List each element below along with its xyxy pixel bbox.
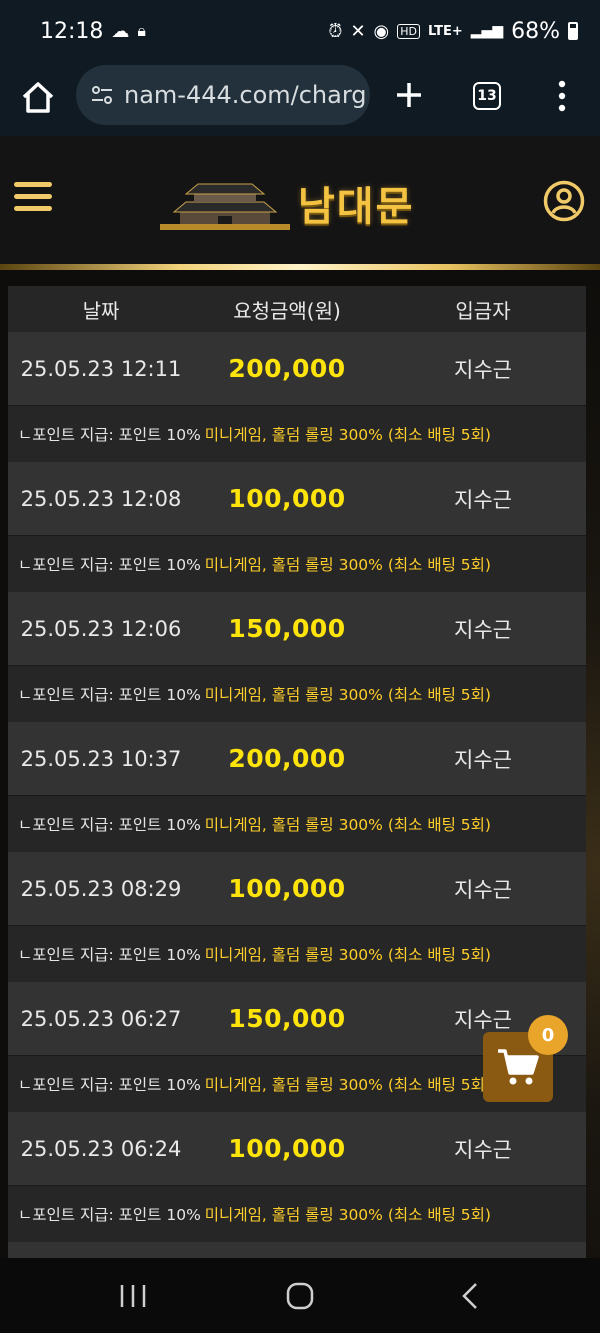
table-row: 25.05.23 10:37 200,000 지수근 (8, 722, 586, 796)
bonus-note-detail: 미니게임, 홀덤 롤링 300% (최소 배팅 5회) (204, 556, 491, 574)
row-amount: 200,000 (228, 744, 346, 773)
status-time: 12:18 (40, 18, 104, 44)
account-button[interactable] (543, 180, 585, 222)
signal-icon: ▂▄▆ (470, 23, 504, 39)
deposit-history-table: 날짜 요청금액(원) 입금자 25.05.23 12:11 200,000 지수근 ㄴ… (8, 286, 586, 1258)
plus-icon (397, 83, 421, 107)
back-chevron-icon (462, 1283, 477, 1309)
row-date: 25.05.23 12:08 (20, 486, 182, 511)
url-text: nam-444.com/charg (124, 81, 367, 109)
site-header: 남대문 (0, 136, 600, 266)
row-amount: 100,000 (228, 874, 346, 903)
home-icon (22, 82, 54, 113)
bonus-note: ㄴ포인트 지급: 포인트 10% 미니게임, 홀덤 롤링 300% (최소 배팅 … (8, 406, 586, 462)
row-date: 25.05.23 10:37 (20, 746, 182, 771)
hd-icon: HD (397, 23, 420, 39)
bonus-note: ㄴ포인트 지급: 포인트 10% 미니게임, 홀덤 롤링 300% (최소 배팅 … (8, 1186, 586, 1242)
hamburger-icon (14, 182, 52, 187)
row-amount: 100,000 (228, 1134, 346, 1163)
bonus-note-detail: 미니게임, 홀덤 롤링 300% (최소 배팅 5회) (204, 946, 491, 964)
home-circle-icon (286, 1282, 314, 1310)
row-depositor: 지수근 (454, 617, 512, 642)
table-row: 25.05.23 12:08 100,000 지수근 (8, 462, 586, 536)
alarm-icon: ⏰︎ (328, 20, 343, 42)
bonus-note-label: ㄴ포인트 지급: 포인트 10% (18, 426, 201, 444)
table-row: 25.05.23 06:24 100,000 지수근 (8, 1112, 586, 1186)
bonus-note-detail: 미니게임, 홀덤 롤링 300% (최소 배팅 5회) (204, 426, 491, 444)
battery-percent: 68% (511, 18, 560, 44)
recent-apps-icon (120, 1285, 146, 1307)
system-nav-bar (0, 1258, 600, 1333)
row-date: 25.05.23 12:06 (20, 616, 182, 641)
bonus-note: ㄴ포인트 지급: 포인트 10% 미니게임, 홀덤 롤링 300% (최소 배팅 … (8, 926, 586, 982)
url-bar[interactable]: nam-444.com/charg (76, 65, 370, 125)
home-button[interactable] (18, 78, 58, 118)
more-menu-button[interactable] (552, 78, 572, 114)
row-amount: 100,000 (228, 484, 346, 513)
menu-button[interactable] (14, 182, 52, 214)
battery-icon (568, 22, 578, 40)
bonus-note: ㄴ포인트 지급: 포인트 10% 미니게임, 홀덤 롤링 300% (최소 배팅 … (8, 666, 586, 722)
tab-count-button[interactable]: 13 (473, 82, 501, 110)
row-date: 25.05.23 12:11 (20, 356, 182, 381)
hotspot-icon: ◉ (373, 20, 390, 42)
mute-icon: ✕ (350, 20, 366, 42)
more-vertical-icon (558, 80, 566, 112)
system-home-button[interactable] (285, 1282, 315, 1310)
table-row: 25.05.23 12:11 200,000 지수근 (8, 332, 586, 406)
row-depositor: 지수근 (454, 747, 512, 772)
hamburger-line (14, 194, 52, 199)
header-date: 날짜 (82, 298, 120, 323)
bonus-note-detail: 미니게임, 홀덤 롤링 300% (최소 배팅 5회) (204, 1076, 491, 1094)
row-date: 25.05.23 06:27 (20, 1006, 182, 1031)
lock-icon: 🔒︎ (137, 21, 146, 40)
bonus-note-detail: 미니게임, 홀덤 롤링 300% (최소 배팅 5회) (204, 686, 491, 704)
header-amount: 요청금액(원) (233, 298, 341, 323)
row-amount: 200,000 (228, 354, 346, 383)
status-bar: 12:18 ☁ 🔒︎ ⏰︎ ✕ ◉ HD LTE+ ▂▄▆ 68% (0, 0, 600, 62)
network-type: LTE+ (428, 23, 463, 39)
palace-icon (160, 183, 290, 230)
cart-icon (498, 1049, 539, 1085)
bonus-note-label: ㄴ포인트 지급: 포인트 10% (18, 816, 201, 834)
bonus-note-label: ㄴ포인트 지급: 포인트 10% (18, 686, 201, 704)
recent-apps-button[interactable] (118, 1284, 148, 1308)
row-depositor: 지수근 (454, 1137, 512, 1162)
table-row: 25.05.23 12:06 150,000 지수근 (8, 592, 586, 666)
cart-count-badge: 0 (528, 1015, 568, 1055)
site-logo[interactable]: 남대문 (160, 172, 440, 232)
row-date: 25.05.23 06:24 (20, 1136, 182, 1161)
weather-icon: ☁ (111, 20, 130, 42)
logo-text: 남대문 (298, 184, 415, 230)
bonus-note: ㄴ포인트 지급: 포인트 10% 미니게임, 홀덤 롤링 300% (최소 배팅 … (8, 536, 586, 592)
table-row (8, 1242, 586, 1258)
bonus-note: ㄴ포인트 지급: 포인트 10% 미니게임, 홀덤 롤링 300% (최소 배팅 … (8, 796, 586, 852)
row-depositor: 지수근 (454, 357, 512, 382)
bonus-note-label: ㄴ포인트 지급: 포인트 10% (18, 946, 201, 964)
table-header: 날짜 요청금액(원) 입금자 (8, 286, 586, 332)
table-row: 25.05.23 08:29 100,000 지수근 (8, 852, 586, 926)
bonus-note-detail: 미니게임, 홀덤 롤링 300% (최소 배팅 5회) (204, 1206, 491, 1224)
back-button[interactable] (460, 1282, 480, 1310)
new-tab-button[interactable] (392, 78, 426, 112)
bonus-note-detail: 미니게임, 홀덤 롤링 300% (최소 배팅 5회) (204, 816, 491, 834)
row-date: 25.05.23 08:29 (20, 876, 182, 901)
row-amount: 150,000 (228, 1004, 346, 1033)
header-depositor: 입금자 (455, 298, 511, 323)
row-depositor: 지수근 (454, 877, 512, 902)
row-depositor: 지수근 (454, 487, 512, 512)
bonus-note-label: ㄴ포인트 지급: 포인트 10% (18, 556, 201, 574)
user-icon (543, 180, 585, 222)
bonus-note-label: ㄴ포인트 지급: 포인트 10% (18, 1206, 201, 1224)
row-amount: 150,000 (228, 614, 346, 643)
bonus-note-label: ㄴ포인트 지급: 포인트 10% (18, 1076, 201, 1094)
site-settings-icon[interactable] (90, 83, 114, 107)
browser-toolbar: nam-444.com/charg 13 (0, 62, 600, 136)
hamburger-line (14, 206, 52, 211)
